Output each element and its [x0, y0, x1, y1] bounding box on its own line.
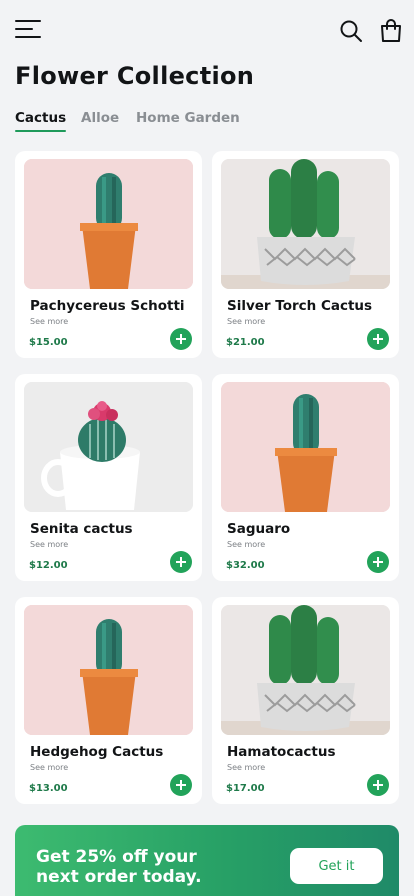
product-photo: [221, 605, 390, 735]
search-icon[interactable]: [339, 19, 363, 43]
product-card[interactable]: Hedgehog Cactus See more $13.00: [15, 597, 202, 804]
tab-home-garden[interactable]: Home Garden: [136, 110, 240, 126]
see-more-link[interactable]: See more: [227, 763, 265, 772]
product-name: Pachycereus Schotti: [30, 298, 185, 314]
promo-text: Get 25% off your next order today.: [36, 847, 202, 887]
tab-cactus[interactable]: Cactus: [15, 110, 67, 132]
product-price: $15.00: [29, 337, 68, 348]
add-to-cart-plus-icon[interactable]: [170, 551, 192, 573]
add-to-cart-plus-icon[interactable]: [367, 328, 389, 350]
product-price: $32.00: [226, 560, 265, 571]
see-more-link[interactable]: See more: [30, 540, 68, 549]
add-to-cart-plus-icon[interactable]: [170, 774, 192, 796]
add-to-cart-plus-icon[interactable]: [367, 774, 389, 796]
product-price: $12.00: [29, 560, 68, 571]
add-to-cart-plus-icon[interactable]: [367, 551, 389, 573]
product-price: $17.00: [226, 783, 265, 794]
product-price: $13.00: [29, 783, 68, 794]
product-photo: [24, 159, 193, 289]
product-price: $21.00: [226, 337, 265, 348]
promo-banner: Get 25% off your next order today. Get i…: [15, 825, 399, 896]
product-name: Hamatocactus: [227, 744, 336, 760]
product-photo: [24, 605, 193, 735]
see-more-link[interactable]: See more: [227, 317, 265, 326]
product-card[interactable]: Senita cactus See more $12.00: [15, 374, 202, 581]
see-more-link[interactable]: See more: [30, 317, 68, 326]
product-name: Saguaro: [227, 521, 291, 537]
product-card[interactable]: Silver Torch Cactus See more $21.00: [212, 151, 399, 358]
top-bar: [0, 0, 414, 62]
product-photo: [221, 382, 390, 512]
product-photo: [221, 159, 390, 289]
product-name: Silver Torch Cactus: [227, 298, 373, 314]
see-more-link[interactable]: See more: [227, 540, 265, 549]
page-title: Flower Collection: [15, 62, 255, 90]
product-name: Senita cactus: [30, 521, 133, 537]
get-it-button[interactable]: Get it: [290, 848, 383, 884]
see-more-link[interactable]: See more: [30, 763, 68, 772]
add-to-cart-plus-icon[interactable]: [170, 328, 192, 350]
shopping-bag-icon[interactable]: [380, 19, 402, 43]
product-card[interactable]: Pachycereus Schotti See more $15.00: [15, 151, 202, 358]
tab-alloe[interactable]: Alloe: [81, 110, 119, 126]
product-photo: [24, 382, 193, 512]
product-name: Hedgehog Cactus: [30, 744, 164, 760]
product-card[interactable]: Saguaro See more $32.00: [212, 374, 399, 581]
product-card[interactable]: Hamatocactus See more $17.00: [212, 597, 399, 804]
hamburger-menu-icon[interactable]: [15, 20, 41, 40]
